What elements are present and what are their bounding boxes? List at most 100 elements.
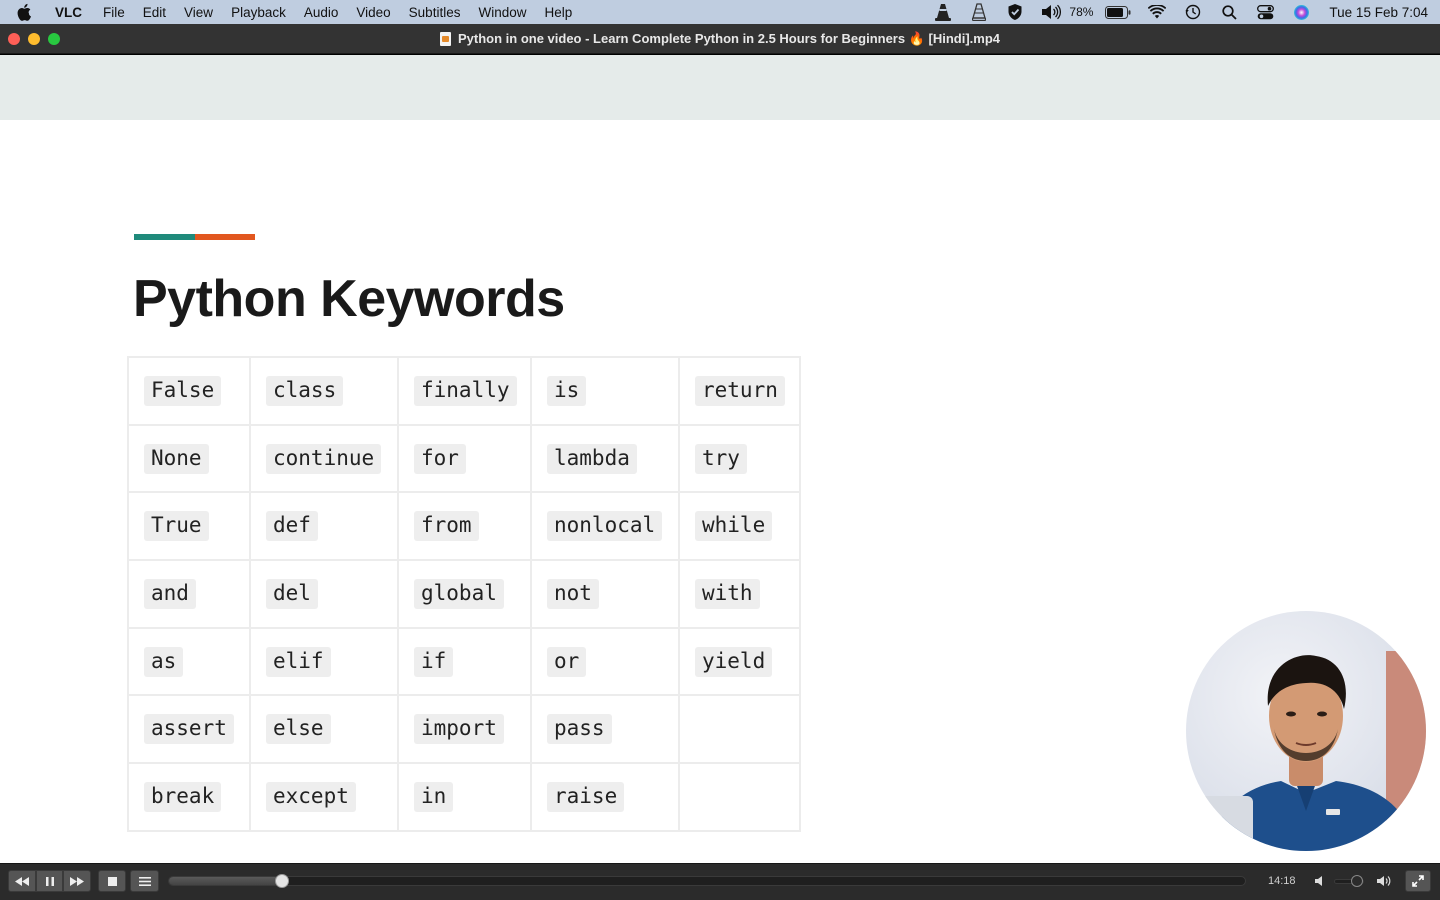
keyword-cell: elif (249, 626, 399, 697)
keyword-code: yield (695, 646, 773, 677)
playback-time[interactable]: 14:18 (1268, 875, 1296, 887)
battery-percentage: 78% (1069, 5, 1094, 19)
keywords-table-row: True def from nonlocal while (127, 491, 801, 562)
keyword-code: or (547, 646, 587, 677)
keyword-code: finally (414, 375, 517, 406)
pause-icon (45, 876, 54, 886)
document-icon (439, 32, 451, 46)
vlc-cone-icon[interactable] (932, 3, 954, 21)
rewind-button[interactable] (8, 870, 36, 892)
keyword-code: None (144, 443, 209, 474)
wifi-icon[interactable] (1146, 3, 1168, 21)
keywords-table-row: and del global not with (127, 559, 801, 629)
menu-window[interactable]: Window (469, 5, 535, 20)
menu-app-vlc[interactable]: VLC (49, 5, 94, 20)
control-center-icon[interactable] (1254, 3, 1276, 21)
keyword-cell: and (127, 559, 251, 629)
keyword-cell: raise (530, 762, 680, 832)
keyword-code: and (144, 578, 196, 609)
window-title: Python in one video - Learn Complete Pyt… (457, 31, 1000, 46)
keyword-cell: or (530, 626, 680, 697)
apple-menu-icon[interactable] (17, 3, 35, 21)
menu-file[interactable]: File (94, 5, 134, 20)
menu-audio[interactable]: Audio (295, 5, 348, 20)
menu-playback[interactable]: Playback (222, 5, 295, 20)
keywords-table-row: None continue for lambda try (127, 423, 801, 494)
vlc-cone-outline-icon[interactable] (968, 3, 990, 21)
keyword-cell: with (678, 559, 801, 629)
keywords-table-row: break except in raise (127, 762, 801, 832)
window-title-bar[interactable]: Python in one video - Learn Complete Pyt… (0, 24, 1440, 54)
keyword-code: else (266, 714, 331, 745)
keyword-cell (678, 762, 801, 832)
spotlight-search-icon[interactable] (1218, 3, 1240, 21)
keywords-table-row: assert else import pass (127, 694, 801, 765)
keyword-code: from (414, 511, 479, 542)
keyword-cell: while (678, 491, 801, 562)
pause-button[interactable] (36, 870, 63, 892)
keyword-cell: try (678, 423, 801, 494)
video-area[interactable]: Python Keywords False class finally is retur… (0, 55, 1440, 863)
keyword-code: not (547, 578, 599, 609)
fast-forward-icon (70, 876, 84, 886)
menu-edit[interactable]: Edit (134, 5, 175, 20)
menu-subtitles[interactable]: Subtitles (400, 5, 470, 20)
keyword-cell: assert (127, 694, 251, 765)
fullscreen-button[interactable] (1405, 870, 1431, 892)
volume-low-icon[interactable] (1314, 874, 1328, 888)
keyword-cell: None (127, 423, 251, 494)
keyword-cell: except (249, 762, 399, 832)
keyword-cell: False (127, 356, 251, 426)
transport-buttons (8, 870, 91, 892)
volume-icon[interactable] (1040, 3, 1062, 21)
keyword-code: import (414, 714, 504, 745)
keyword-code: if (414, 646, 454, 677)
keyword-cell: for (397, 423, 532, 494)
playlist-button[interactable] (130, 870, 159, 892)
keyword-cell: in (397, 762, 532, 832)
keyword-cell: break (127, 762, 251, 832)
volume-slider-knob[interactable] (1351, 875, 1363, 887)
keyword-code: pass (547, 714, 612, 745)
keyword-cell (678, 694, 801, 765)
keywords-table-row: False class finally is return (127, 356, 801, 426)
keyword-cell: if (397, 626, 532, 697)
keywords-table-row: as elif if or yield (127, 626, 801, 697)
stop-icon (107, 876, 117, 886)
keyword-code: in (414, 781, 454, 812)
shield-icon[interactable] (1004, 3, 1026, 21)
playlist-icon (138, 876, 151, 886)
seek-bar[interactable] (168, 874, 1246, 888)
slide-accent-line (134, 234, 255, 240)
menu-bar-status-area: 78% Tue 15 Feb 7:04 (925, 0, 1440, 24)
time-machine-icon[interactable] (1182, 3, 1204, 21)
keyword-code: class (266, 375, 344, 406)
keyword-cell: import (397, 694, 532, 765)
menu-bar-clock[interactable]: Tue 15 Feb 7:04 (1329, 5, 1428, 20)
presenter-image (1198, 651, 1426, 851)
keyword-cell: global (397, 559, 532, 629)
slide-title: Python Keywords (133, 270, 565, 328)
keyword-cell: nonlocal (530, 491, 680, 562)
menu-help[interactable]: Help (535, 5, 581, 20)
keyword-code: with (695, 578, 760, 609)
keyword-code: assert (144, 714, 234, 745)
siri-icon[interactable] (1290, 3, 1312, 21)
keyword-code: continue (266, 443, 382, 474)
battery-icon[interactable] (1104, 3, 1132, 21)
seek-bar-knob[interactable] (275, 874, 289, 888)
volume-high-icon[interactable] (1376, 874, 1392, 888)
webcam-overlay (1186, 611, 1426, 851)
fast-forward-button[interactable] (63, 870, 91, 892)
keyword-cell: class (249, 356, 399, 426)
keyword-code: as (144, 646, 184, 677)
keyword-code: return (695, 375, 785, 406)
keyword-code: def (266, 511, 318, 542)
stop-button[interactable] (98, 870, 126, 892)
keyword-cell: as (127, 626, 251, 697)
keywords-table: False class finally is return None continue for… (127, 356, 801, 832)
menu-video[interactable]: Video (347, 5, 399, 20)
accent-orange-bar (195, 234, 255, 240)
menu-view[interactable]: View (175, 5, 222, 20)
window-title-wrap: Python in one video - Learn Complete Pyt… (0, 24, 1440, 54)
